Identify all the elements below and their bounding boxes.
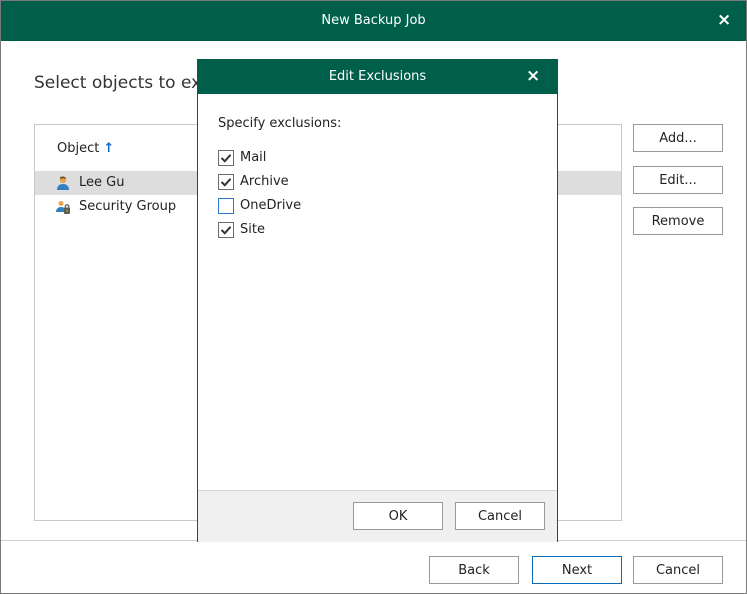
title-bar: New Backup Job ×	[1, 1, 746, 41]
user-icon	[57, 176, 69, 190]
checkbox-label: OneDrive	[240, 198, 302, 213]
checkbox-box[interactable]	[218, 222, 234, 238]
checkmark-icon	[220, 154, 232, 163]
checkmark-icon	[220, 226, 232, 235]
checkbox-onedrive[interactable]: OneDrive	[218, 198, 418, 216]
list-item-label: Lee Gu	[79, 175, 125, 190]
ok-button[interactable]: OK	[353, 502, 443, 530]
next-button[interactable]: Next	[532, 556, 622, 584]
checkmark-icon	[220, 178, 232, 187]
add-button[interactable]: Add...	[633, 124, 723, 152]
close-icon[interactable]: ×	[526, 68, 540, 85]
remove-button[interactable]: Remove	[633, 207, 723, 235]
page-heading: Select objects to exc	[34, 73, 211, 93]
column-header-label: Object	[57, 141, 100, 156]
edit-exclusions-dialog: Edit Exclusions × Specify exclusions: Ma…	[197, 59, 558, 542]
checkbox-label: Site	[240, 222, 265, 237]
checkbox-archive[interactable]: Archive	[218, 174, 418, 192]
dialog-title-bar: Edit Exclusions ×	[198, 60, 557, 94]
checkbox-box[interactable]	[218, 150, 234, 166]
checkbox-label: Archive	[240, 174, 289, 189]
back-button[interactable]: Back	[429, 556, 519, 584]
exclusions-prompt: Specify exclusions:	[218, 116, 342, 131]
checkbox-box[interactable]	[218, 174, 234, 190]
close-icon[interactable]: ×	[717, 12, 731, 29]
sort-ascending-icon: ↑	[103, 141, 115, 156]
window-title: New Backup Job	[321, 13, 426, 28]
checkbox-box[interactable]	[218, 198, 234, 214]
security-group-icon	[56, 201, 70, 214]
checkbox-mail[interactable]: Mail	[218, 150, 418, 168]
dialog-cancel-button[interactable]: Cancel	[455, 502, 545, 530]
column-header-object[interactable]: Object ↑	[57, 141, 114, 156]
dialog-title: Edit Exclusions	[328, 69, 427, 84]
cancel-button[interactable]: Cancel	[633, 556, 723, 584]
edit-button[interactable]: Edit...	[633, 166, 723, 194]
dialog-footer: OK Cancel	[198, 490, 557, 542]
checkbox-site[interactable]: Site	[218, 222, 418, 240]
checkbox-label: Mail	[240, 150, 267, 165]
list-item-label: Security Group	[79, 199, 177, 214]
